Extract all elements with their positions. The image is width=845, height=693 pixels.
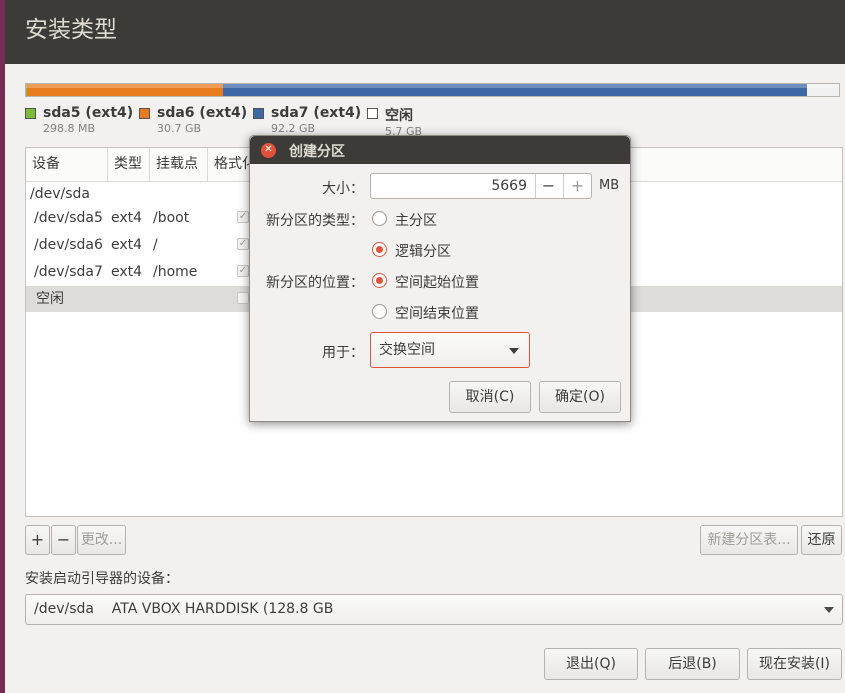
size-value[interactable]: 5669 <box>491 174 527 198</box>
format-checkbox[interactable]: ✓ <box>237 238 249 250</box>
ok-button[interactable]: 确定(O) <box>539 381 621 413</box>
cell-type: ext4 <box>111 237 143 253</box>
cell-mount: /boot <box>153 210 190 226</box>
legend-swatch <box>367 108 378 119</box>
cell-device: 空闲 <box>36 291 64 307</box>
legend-name: sda6 (ext4) <box>157 105 248 121</box>
type-logical-radio[interactable] <box>372 242 387 257</box>
column-header-mount[interactable]: 挂载点 <box>150 148 208 181</box>
page-title: 安装类型 <box>25 17 117 43</box>
partition-segment-sda7 <box>223 84 807 96</box>
cell-device: /dev/sda5 <box>34 210 103 226</box>
partition-segment-sda6 <box>27 84 223 96</box>
dialog-title: 创建分区 <box>289 144 345 160</box>
create-partition-dialog: ✕ 创建分区 大小： 5669 − + MB 新分区的类型： 主分区 逻辑分区 … <box>249 135 631 422</box>
type-primary-radio[interactable] <box>372 211 387 226</box>
partition-bar <box>25 83 840 97</box>
use-as-select[interactable]: 交换空间 <box>370 332 530 368</box>
cell-type: ext4 <box>111 264 143 280</box>
legend-size: 30.7 GB <box>157 122 202 135</box>
bootloader-selected: /dev/sda ATA VBOX HARDDISK (128.8 GB <box>34 601 334 617</box>
partition-type-label: 新分区的类型： <box>266 213 364 229</box>
format-checkbox[interactable]: ✓ <box>237 265 249 277</box>
change-partition-button[interactable]: 更改... <box>77 525 126 555</box>
location-start-radio[interactable] <box>372 273 387 288</box>
close-icon[interactable]: ✕ <box>261 143 276 158</box>
format-checkbox[interactable] <box>237 292 249 304</box>
install-now-button[interactable]: 现在安装(I) <box>747 648 842 680</box>
legend-swatch <box>253 108 264 119</box>
quit-button[interactable]: 退出(Q) <box>544 648 638 680</box>
add-partition-button[interactable]: + <box>25 525 50 555</box>
cancel-button[interactable]: 取消(C) <box>449 381 531 413</box>
desktop-edge <box>0 0 5 693</box>
partition-segment-free <box>807 84 839 96</box>
cell-device: /dev/sda6 <box>34 237 103 253</box>
location-end-label[interactable]: 空间结束位置 <box>395 303 479 323</box>
dialog-titlebar: ✕ 创建分区 <box>250 136 630 164</box>
bootloader-device-select[interactable]: /dev/sda ATA VBOX HARDDISK (128.8 GB <box>25 594 843 625</box>
legend-swatch <box>25 108 36 119</box>
new-partition-table-button[interactable]: 新建分区表... <box>700 525 798 555</box>
legend-swatch <box>139 108 150 119</box>
legend-name: sda7 (ext4) <box>271 105 362 121</box>
format-checkbox[interactable]: ✓ <box>237 211 249 223</box>
partition-location-label: 新分区的位置： <box>266 275 364 291</box>
type-primary-label[interactable]: 主分区 <box>395 210 437 230</box>
cell-device: /dev/sda <box>30 186 90 202</box>
remove-partition-button[interactable]: − <box>51 525 76 555</box>
type-logical-label[interactable]: 逻辑分区 <box>395 241 451 261</box>
increase-size-button[interactable]: + <box>563 174 591 198</box>
cell-device: /dev/sda7 <box>34 264 103 280</box>
size-unit: MB <box>599 178 620 193</box>
size-spinbox[interactable]: 5669 − + <box>370 173 592 199</box>
legend-name: sda5 (ext4) <box>43 105 134 121</box>
legend-size: 92.2 GB <box>271 122 316 135</box>
bootloader-label: 安装启动引导器的设备： <box>25 571 179 587</box>
use-as-value: 交换空间 <box>379 342 435 358</box>
legend-size: 298.8 MB <box>43 122 96 135</box>
location-end-radio[interactable] <box>372 304 387 319</box>
revert-button[interactable]: 还原 <box>801 525 842 555</box>
dropdown-arrow-icon <box>824 607 834 613</box>
use-as-label: 用于： <box>322 345 364 361</box>
size-label: 大小： <box>322 181 364 197</box>
dropdown-arrow-icon <box>509 348 519 354</box>
back-button[interactable]: 后退(B) <box>645 648 740 680</box>
cell-mount: / <box>153 237 158 253</box>
legend-name: 空闲 <box>385 108 413 124</box>
column-header-device[interactable]: 设备 <box>26 148 108 181</box>
cell-mount: /home <box>153 264 198 280</box>
cell-type: ext4 <box>111 210 143 226</box>
window-header: 安装类型 <box>5 0 845 64</box>
column-header-type[interactable]: 类型 <box>108 148 150 181</box>
decrease-size-button[interactable]: − <box>535 174 561 198</box>
location-start-label[interactable]: 空间起始位置 <box>395 272 479 292</box>
